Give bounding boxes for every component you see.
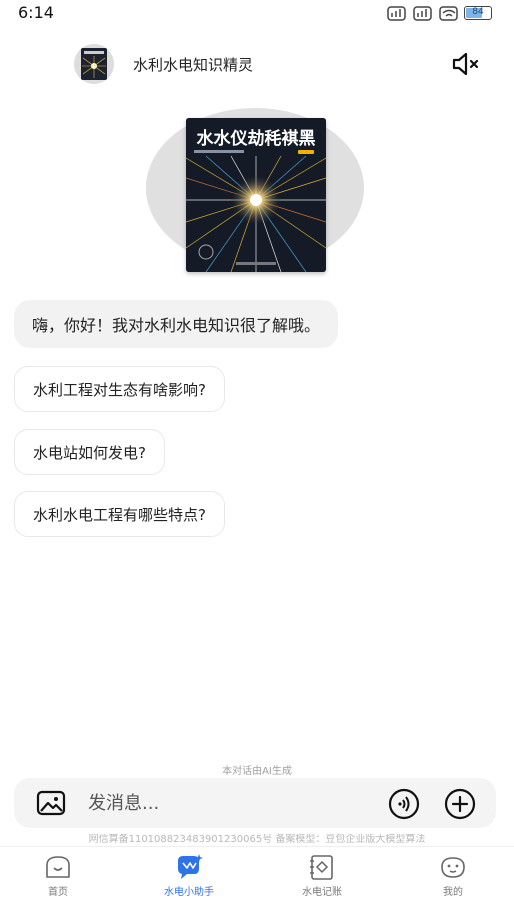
status-icons: 84 bbox=[386, 4, 492, 22]
book-tag bbox=[298, 150, 314, 154]
avatar-burst-image bbox=[81, 48, 107, 80]
tab-ledger[interactable]: 水电记账 bbox=[272, 853, 372, 905]
icp-filing-text: 网信算备110108823483901230065号 备案模型：豆包企业版大模型… bbox=[88, 834, 426, 845]
bot-greeting-bubble: 嗨，你好！我对水利水电知识很了解哦。 bbox=[14, 300, 339, 348]
tab-profile[interactable]: 我的 bbox=[403, 853, 503, 905]
suggestion-chip[interactable]: 水利工程对生态有啥影响? bbox=[14, 366, 225, 412]
signal-icon bbox=[387, 6, 406, 21]
header-title: 水利水电知识精灵 bbox=[133, 56, 254, 74]
bottom-tab-bar: 首页 水电小助手 水电记账 我的 bbox=[0, 846, 514, 906]
book-subtitle-line bbox=[194, 150, 244, 153]
wifi-icon bbox=[439, 6, 458, 21]
tab-home[interactable]: 首页 bbox=[8, 853, 108, 905]
voice-input-icon[interactable] bbox=[388, 788, 420, 820]
bot-avatar[interactable] bbox=[74, 44, 114, 84]
profile-icon bbox=[441, 857, 465, 878]
book-title: 水水仪劫秏褀黑 bbox=[196, 129, 316, 149]
suggestion-chip[interactable]: 水电站如何发电? bbox=[14, 429, 165, 475]
add-icon[interactable] bbox=[444, 788, 476, 820]
chat-header: 水利水电知识精灵 bbox=[0, 40, 514, 88]
suggestion-chip[interactable]: 水利水电工程有哪些特点? bbox=[14, 491, 225, 537]
status-time: 6:14 bbox=[18, 3, 54, 22]
hero-book-cover: 水水仪劫秏褀黑 bbox=[186, 118, 326, 272]
tab-label: 水电记账 bbox=[302, 887, 342, 898]
tab-label: 水电小助手 bbox=[164, 887, 214, 898]
status-bar: 6:14 84 bbox=[0, 0, 514, 28]
battery-level: 84 bbox=[472, 7, 484, 17]
tab-label: 我的 bbox=[443, 887, 463, 898]
assistant-icon bbox=[178, 854, 203, 879]
tab-label: 首页 bbox=[48, 887, 68, 898]
ledger-icon bbox=[310, 855, 333, 880]
battery-icon: 84 bbox=[464, 6, 492, 20]
message-input-bar bbox=[14, 778, 496, 828]
signal-icon bbox=[413, 6, 432, 21]
tab-assistant[interactable]: 水电小助手 bbox=[139, 853, 239, 905]
message-input[interactable] bbox=[88, 788, 368, 818]
mute-icon[interactable] bbox=[450, 50, 484, 78]
image-upload-icon[interactable] bbox=[36, 790, 66, 816]
ai-generated-note: 本对话由AI生成 bbox=[222, 766, 292, 777]
home-icon bbox=[46, 856, 70, 878]
